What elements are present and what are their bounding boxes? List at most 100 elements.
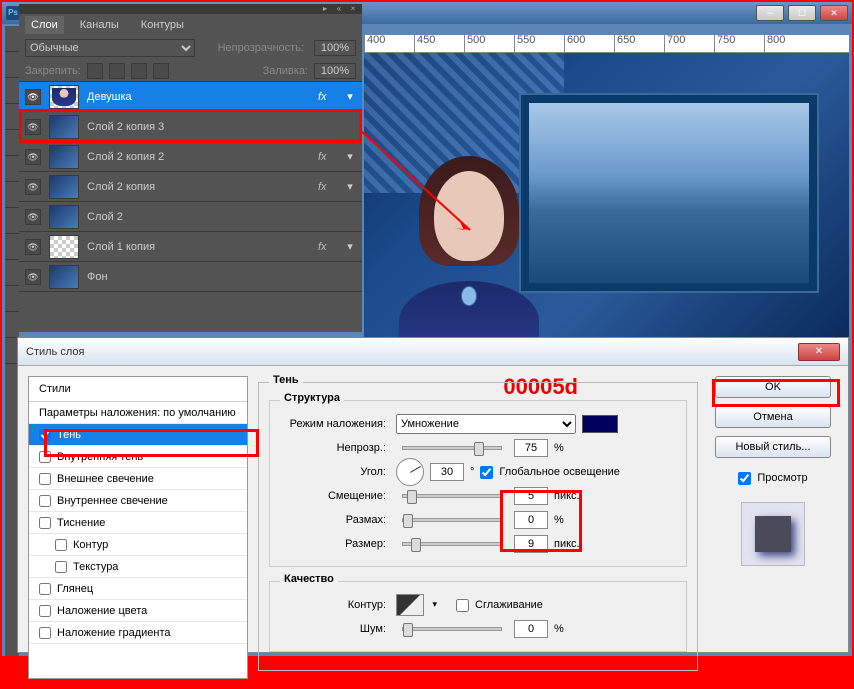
distance-slider[interactable]: [402, 494, 502, 498]
layer-name[interactable]: Девушка: [87, 91, 310, 103]
close-button[interactable]: [820, 5, 848, 21]
minimize-button[interactable]: [756, 5, 784, 21]
anti-alias-checkbox[interactable]: [456, 599, 469, 612]
layer-row[interactable]: Слой 2 копия fx ▾: [19, 172, 362, 202]
style-drop-shadow[interactable]: Тень: [29, 424, 247, 446]
style-bevel[interactable]: Тиснение: [29, 512, 247, 534]
dialog-title: Стиль слоя: [26, 346, 84, 358]
visibility-toggle[interactable]: [25, 89, 41, 105]
outer-glow-checkbox[interactable]: [39, 473, 51, 485]
style-contour[interactable]: Контур: [29, 534, 247, 556]
layer-thumbnail[interactable]: [49, 175, 79, 199]
fill-value[interactable]: 100%: [314, 63, 356, 79]
blend-mode-select[interactable]: Обычные: [25, 39, 195, 57]
angle-dial[interactable]: [396, 458, 424, 486]
contour-picker[interactable]: [396, 594, 424, 616]
gradient-overlay-checkbox[interactable]: [39, 627, 51, 639]
style-satin[interactable]: Глянец: [29, 578, 247, 600]
expand-icon[interactable]: ▾: [344, 150, 356, 163]
contour-checkbox[interactable]: [55, 539, 67, 551]
expand-icon[interactable]: ▾: [344, 90, 356, 103]
layer-thumbnail[interactable]: [49, 265, 79, 289]
opacity-value[interactable]: 100%: [314, 40, 356, 56]
style-texture[interactable]: Текстура: [29, 556, 247, 578]
visibility-toggle[interactable]: [25, 179, 41, 195]
expand-icon[interactable]: ▾: [344, 180, 356, 193]
layer-thumbnail[interactable]: [49, 85, 79, 109]
layer-thumbnail[interactable]: [49, 235, 79, 259]
style-inner-shadow[interactable]: Внутренняя тень: [29, 446, 247, 468]
style-color-overlay[interactable]: Наложение цвета: [29, 600, 247, 622]
shadow-color-swatch[interactable]: [582, 415, 618, 433]
layer-thumbnail[interactable]: [49, 205, 79, 229]
layer-row[interactable]: Девушка fx ▾: [19, 82, 362, 112]
fx-badge[interactable]: fx: [318, 151, 336, 163]
bevel-checkbox[interactable]: [39, 517, 51, 529]
layer-row[interactable]: Слой 2 копия 2 fx ▾: [19, 142, 362, 172]
ok-button[interactable]: OK: [715, 376, 831, 398]
fx-badge[interactable]: fx: [318, 91, 336, 103]
panel-menu-icon[interactable]: ▸: [320, 6, 330, 12]
noise-input[interactable]: 0: [514, 620, 548, 638]
panel-collapse-icon[interactable]: «: [334, 6, 344, 12]
noise-slider[interactable]: [402, 627, 502, 631]
lock-transparency-icon[interactable]: [87, 63, 103, 79]
preview-checkbox[interactable]: [738, 472, 751, 485]
style-outer-glow[interactable]: Внешнее свечение: [29, 468, 247, 490]
document-canvas[interactable]: [364, 53, 849, 341]
lock-all-icon[interactable]: [153, 63, 169, 79]
maximize-button[interactable]: [788, 5, 816, 21]
size-input[interactable]: 9: [514, 535, 548, 553]
blending-options-row[interactable]: Параметры наложения: по умолчанию: [29, 402, 247, 424]
shadow-blend-mode-select[interactable]: Умножение: [396, 414, 576, 434]
layer-thumbnail[interactable]: [49, 145, 79, 169]
visibility-toggle[interactable]: [25, 209, 41, 225]
visibility-toggle[interactable]: [25, 119, 41, 135]
layer-row[interactable]: Слой 2 копия 3: [19, 112, 362, 142]
inner-shadow-checkbox[interactable]: [39, 451, 51, 463]
layer-thumbnail[interactable]: [49, 115, 79, 139]
spread-slider[interactable]: [402, 518, 502, 522]
expand-icon[interactable]: ▾: [344, 240, 356, 253]
style-inner-glow[interactable]: Внутреннее свечение: [29, 490, 247, 512]
layer-row[interactable]: Слой 1 копия fx ▾: [19, 232, 362, 262]
style-list: Стили Параметры наложения: по умолчанию …: [28, 376, 248, 679]
spread-input[interactable]: 0: [514, 511, 548, 529]
visibility-toggle[interactable]: [25, 269, 41, 285]
angle-input[interactable]: 30: [430, 463, 464, 481]
opacity-input[interactable]: 75: [514, 439, 548, 457]
tab-layers[interactable]: Слои: [25, 16, 64, 34]
layer-name[interactable]: Слой 2 копия 3: [87, 121, 356, 133]
size-slider[interactable]: [402, 542, 502, 546]
style-gradient-overlay[interactable]: Наложение градиента: [29, 622, 247, 644]
lock-pixels-icon[interactable]: [109, 63, 125, 79]
styles-header[interactable]: Стили: [29, 377, 247, 402]
panel-close-icon[interactable]: ×: [348, 6, 358, 12]
tab-paths[interactable]: Контуры: [135, 16, 190, 34]
satin-checkbox[interactable]: [39, 583, 51, 595]
layer-name[interactable]: Слой 1 копия: [87, 241, 310, 253]
color-overlay-checkbox[interactable]: [39, 605, 51, 617]
global-light-checkbox[interactable]: [480, 466, 493, 479]
opacity-label: Непрозр.:: [280, 442, 390, 454]
layer-row[interactable]: Фон: [19, 262, 362, 292]
layer-name[interactable]: Слой 2: [87, 211, 356, 223]
layer-name[interactable]: Слой 2 копия: [87, 181, 310, 193]
tab-channels[interactable]: Каналы: [74, 16, 125, 34]
texture-checkbox[interactable]: [55, 561, 67, 573]
drop-shadow-checkbox[interactable]: [39, 429, 51, 441]
new-style-button[interactable]: Новый стиль...: [715, 436, 831, 458]
fx-badge[interactable]: fx: [318, 181, 336, 193]
inner-glow-checkbox[interactable]: [39, 495, 51, 507]
dialog-close-button[interactable]: ✕: [798, 343, 840, 361]
fx-badge[interactable]: fx: [318, 241, 336, 253]
cancel-button[interactable]: Отмена: [715, 406, 831, 428]
visibility-toggle[interactable]: [25, 149, 41, 165]
layer-name[interactable]: Фон: [87, 271, 356, 283]
visibility-toggle[interactable]: [25, 239, 41, 255]
opacity-slider[interactable]: [402, 446, 502, 450]
lock-position-icon[interactable]: [131, 63, 147, 79]
layer-name[interactable]: Слой 2 копия 2: [87, 151, 310, 163]
distance-input[interactable]: 5: [514, 487, 548, 505]
layer-row[interactable]: Слой 2: [19, 202, 362, 232]
